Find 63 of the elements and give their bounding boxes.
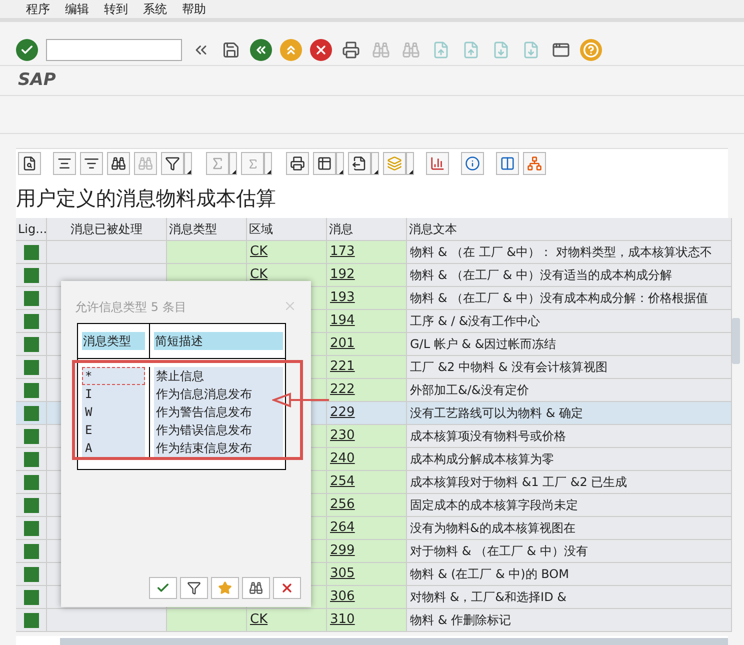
table-cell: 成本核算段对于物料 &1 工厂 &2 已生成 <box>407 471 732 494</box>
table-cell: 物料 & 作删除标记 <box>407 609 732 632</box>
message-link[interactable]: 299 <box>330 541 355 561</box>
column-header[interactable]: 简短描述 <box>154 332 283 350</box>
column-header[interactable]: 消息文本 <box>407 218 732 241</box>
description-cell[interactable]: 作为信息消息发布 <box>154 385 283 403</box>
message-link[interactable]: 240 <box>330 449 355 469</box>
area-link[interactable]: CK <box>250 242 268 262</box>
column-header[interactable]: 消息类型 <box>167 218 247 241</box>
code-cell[interactable]: W <box>82 403 145 421</box>
message-link[interactable]: 264 <box>330 518 355 538</box>
table-cell: 没有为物料&的成本核算视图在 <box>407 517 732 540</box>
message-link[interactable]: 310 <box>330 610 355 630</box>
menu-item[interactable]: 系统 <box>143 0 167 18</box>
table-cell: 成本核算项没有物料号或价格 <box>407 425 732 448</box>
table-cell: 物料 & （在工厂 & 中）没有适当的成本构成分解 <box>407 264 732 287</box>
description-cell[interactable]: 作为结束信息发布 <box>154 439 283 457</box>
table-cell: 工厂 &2 中物料 & 没有会计核算视图 <box>407 356 732 379</box>
table-cell: 工序 & / &没有工作中心 <box>407 310 732 333</box>
message-link[interactable]: 221 <box>330 357 355 377</box>
column-header[interactable]: 消息 <box>327 218 407 241</box>
menu-item[interactable]: 转到 <box>104 0 128 18</box>
table-cell: 物料 & （在 工厂 &中）： 对物料类型，成本核算状态不 <box>407 241 732 264</box>
table-cell: 成本构成分解成本核算为零 <box>407 448 732 471</box>
description-cell[interactable]: 作为警告信息发布 <box>154 403 283 421</box>
table-cell: 物料 & （在工厂 & 中）没有成本构成分解：价格根据值 <box>407 287 732 310</box>
code-cell[interactable]: * <box>82 367 145 385</box>
menu-item[interactable]: 程序 <box>26 0 50 18</box>
message-link[interactable]: 230 <box>330 426 355 446</box>
table-cell: 外部加工&/&没有定价 <box>407 379 732 402</box>
description-cell[interactable]: 作为错误信息发布 <box>154 421 283 439</box>
description-cell[interactable]: 禁止信息 <box>154 367 283 385</box>
table-cell: 固定成本的成本核算字段尚未定 <box>407 494 732 517</box>
message-link[interactable]: 306 <box>330 587 355 607</box>
table-cell: 物料 & (在工厂 & 中)的 BOM <box>407 563 732 586</box>
area-link[interactable]: CK <box>250 265 268 285</box>
message-link[interactable]: 173 <box>330 242 355 262</box>
column-header[interactable]: 区域 <box>247 218 327 241</box>
message-link[interactable]: 194 <box>330 311 355 331</box>
message-link[interactable]: 305 <box>330 564 355 584</box>
table-cell: 对物料 &，工厂&和选择ID & <box>407 586 732 609</box>
code-cell[interactable]: A <box>82 439 145 457</box>
code-cell[interactable]: I <box>82 385 145 403</box>
menu-item[interactable]: 编辑 <box>65 0 89 18</box>
code-cell[interactable]: E <box>82 421 145 439</box>
menu-item[interactable]: 帮助 <box>182 0 206 18</box>
column-header[interactable]: Lig... <box>16 218 47 241</box>
report-title: 用户定义的消息物料成本估算 <box>16 185 276 212</box>
message-link[interactable]: 193 <box>330 288 355 308</box>
message-link[interactable]: 229 <box>330 403 355 423</box>
column-header[interactable]: 消息已被处理 <box>47 218 167 241</box>
message-link[interactable]: 192 <box>330 265 355 285</box>
message-link[interactable]: 254 <box>330 472 355 492</box>
column-header[interactable]: 消息类型 <box>82 332 145 350</box>
area-link[interactable]: CK <box>250 610 268 630</box>
message-link[interactable]: 201 <box>330 334 355 354</box>
message-link[interactable]: 222 <box>330 380 355 400</box>
app-title: SAP <box>18 68 56 92</box>
table-cell: 没有工艺路线可以为物料 & 确定 <box>407 402 732 425</box>
table-cell: G/L 帐户 & &因过帐而冻结 <box>407 333 732 356</box>
message-link[interactable]: 256 <box>330 495 355 515</box>
table-cell: 对于物料 & （在工厂 & 中）没有 <box>407 540 732 563</box>
dialog-title: 允许信息类型 5 条目 <box>75 299 186 315</box>
